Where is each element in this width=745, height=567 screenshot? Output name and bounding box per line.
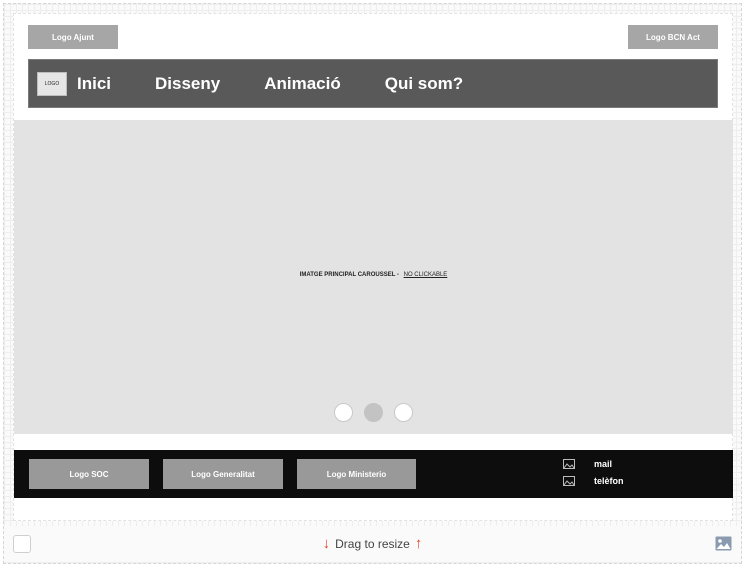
arrow-up-icon: ↑ — [414, 535, 423, 552]
nav-item-inici[interactable]: Inici — [77, 74, 111, 94]
drag-to-resize-handle[interactable]: ↓ Drag to resize ↑ — [4, 535, 741, 552]
site-footer: Logo SOC Logo Generalitat Logo Ministeri… — [14, 450, 733, 498]
carousel-caption: IMATGE PRINCIPAL CAROUSSEL - NO CLICKABL… — [14, 272, 733, 278]
image-placeholder-icon — [563, 459, 575, 469]
contact-mail[interactable]: mail — [563, 459, 612, 469]
nav-item-animacio[interactable]: Animació — [264, 74, 341, 94]
carousel-dot-3[interactable] — [394, 403, 413, 422]
logo-generalitat[interactable]: Logo Generalitat — [163, 459, 283, 489]
carousel-dots — [14, 403, 733, 422]
carousel-dot-2[interactable] — [364, 403, 383, 422]
carousel-dot-1[interactable] — [334, 403, 353, 422]
contact-phone[interactable]: telèfon — [563, 476, 624, 486]
contact-mail-label: mail — [594, 459, 613, 469]
drag-label: Drag to resize — [335, 536, 410, 551]
resize-bar: ↓ Drag to resize ↑ — [4, 526, 741, 562]
logo-ajuntament[interactable]: Logo Ajunt — [28, 25, 118, 49]
image-placeholder-icon — [563, 476, 575, 486]
logo-bcn-activa[interactable]: Logo BCN Act — [628, 25, 718, 49]
carousel-caption-text: IMATGE PRINCIPAL CAROUSSEL - — [299, 272, 399, 278]
nav-item-disseny[interactable]: Disseny — [155, 74, 220, 94]
carousel-caption-note: NO CLICKABLE — [403, 272, 448, 278]
main-navbar: LOGO Inici Disseny Animació Qui som? — [28, 59, 718, 108]
hero-carousel: IMATGE PRINCIPAL CAROUSSEL - NO CLICKABL… — [14, 120, 733, 434]
image-icon[interactable] — [715, 536, 732, 551]
arrow-down-icon: ↓ — [322, 535, 331, 552]
logo-ministerio[interactable]: Logo Ministerio — [297, 459, 416, 489]
nav-logo[interactable]: LOGO — [37, 71, 67, 96]
contact-phone-label: telèfon — [594, 476, 624, 486]
logo-soc[interactable]: Logo SOC — [29, 459, 149, 489]
nav-item-qui-som[interactable]: Qui som? — [385, 74, 463, 94]
